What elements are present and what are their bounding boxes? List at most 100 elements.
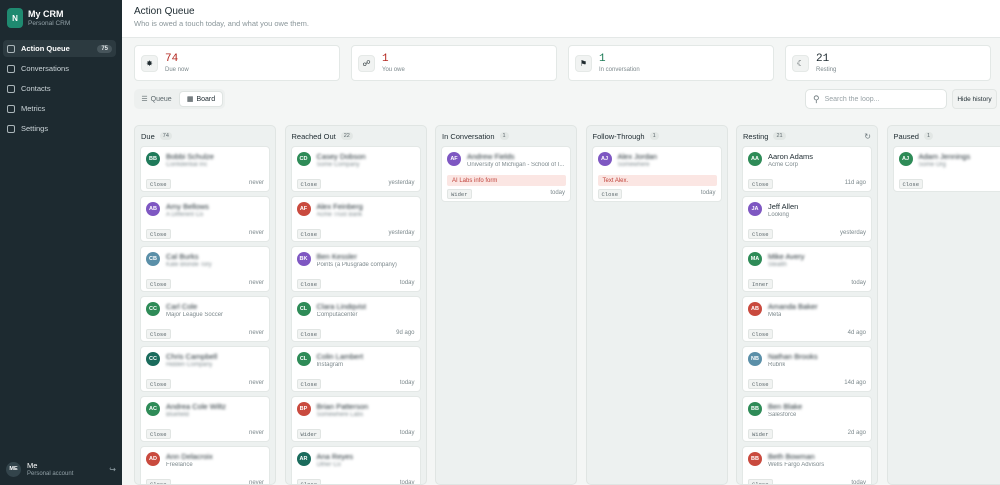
- column-resting: Resting 21 ↻ AA Aaron Adams Acme Corp Close 11d…: [736, 125, 878, 485]
- sidebar-item-contacts[interactable]: Contacts: [3, 80, 116, 97]
- contact-card[interactable]: AF Alex Feinberg Acme Trust Bank Close yeste…: [290, 196, 421, 242]
- last-touch-time: today: [399, 380, 415, 386]
- column-count: 1: [923, 132, 933, 140]
- contact-name: Ana Reyes: [316, 452, 354, 461]
- column-count: 21: [773, 132, 786, 140]
- avatar: CC: [146, 302, 160, 316]
- stats-row: ✸ 74 Due now ☍ 1 You owe ⚑ 1 In conversation ☾ 21 R…: [134, 45, 1000, 81]
- app-logo: N: [7, 8, 23, 28]
- last-touch-time: never: [248, 180, 264, 186]
- stat-card[interactable]: ⚑ 1 In conversation: [568, 45, 774, 81]
- tier-tag: Close: [748, 479, 773, 484]
- contact-card[interactable]: AD Ann Delacroix Freelance Close never: [140, 446, 270, 485]
- contact-card[interactable]: CL Clara Lindqvist Computacenter Close 9d ag…: [290, 296, 421, 342]
- avatar: AB: [146, 202, 160, 216]
- sidebar-item-conversations[interactable]: Conversations: [3, 60, 116, 77]
- board-view-button[interactable]: ▦ Board: [179, 91, 223, 107]
- sidebar-item-label: Settings: [21, 124, 49, 133]
- sidebar-item-metrics[interactable]: Metrics: [3, 100, 116, 117]
- column-paused: Paused 1 AJ Adam Jennings Some Org Close: [886, 125, 1000, 485]
- avatar: AF: [296, 202, 311, 216]
- contact-card[interactable]: AJ Alex Jordan Somewhere Text Alex. Close tod…: [591, 146, 722, 202]
- column-count: 74: [159, 132, 172, 140]
- contact-org: Hidden Company: [166, 362, 213, 368]
- column-count: 1: [499, 132, 509, 140]
- search-box[interactable]: ⚲: [805, 89, 947, 109]
- tier-tag: Close: [898, 179, 924, 189]
- contact-name: Aaron Adams: [768, 152, 814, 161]
- contact-card[interactable]: BP Brian Patterson Somewhere Labs Wider toda…: [290, 396, 421, 442]
- contact-card[interactable]: MA Mike Avery Stealth Inner today: [742, 246, 872, 292]
- stat-card[interactable]: ☾ 21 Resting: [785, 45, 991, 81]
- refresh-icon[interactable]: ↻: [864, 132, 871, 141]
- sidebar-item-action-queue[interactable]: Action Queue 75: [3, 40, 116, 57]
- contact-name: Alex Jordan: [617, 152, 658, 161]
- tier-tag: Close: [296, 379, 322, 389]
- last-touch-time: today: [550, 190, 565, 196]
- avatar: NB: [748, 352, 762, 366]
- contact-card[interactable]: CC Carl Cole Major League Soccer Close never: [140, 296, 270, 342]
- contact-card[interactable]: CL Colin Lambert Instagram Close today: [290, 346, 421, 392]
- tier-tag: Close: [748, 179, 773, 189]
- account-section[interactable]: ME Me Personal account ↪: [6, 461, 116, 477]
- avatar: BK: [296, 252, 311, 266]
- link-icon: ☍: [358, 55, 375, 72]
- moon-icon: ☾: [792, 55, 809, 72]
- last-touch-time: today: [399, 480, 415, 485]
- contact-org: Rubrik: [768, 362, 786, 368]
- last-touch-time: 11d ago: [844, 180, 866, 186]
- tier-tag: Close: [296, 179, 322, 189]
- stat-card[interactable]: ✸ 74 Due now: [134, 45, 340, 81]
- grid-icon: ▦: [186, 96, 194, 103]
- last-touch-time: never: [248, 230, 264, 236]
- search-input[interactable]: [824, 95, 935, 103]
- column-title: Paused: [893, 131, 919, 141]
- contact-card[interactable]: NB Nathan Brooks Rubrik Close 14d ago: [742, 346, 872, 392]
- contact-card[interactable]: CD Casey Dobson Some Company Close yesterday: [290, 146, 421, 192]
- column-in-conversation: In Conversation 1 AF Andrew Fields Universit…: [435, 125, 577, 485]
- contact-org: Bluefield: [166, 412, 190, 418]
- contact-card[interactable]: AB Amy Bellows A Different Co Close never: [140, 196, 270, 242]
- last-touch-time: today: [399, 280, 415, 286]
- stat-label: You owe: [382, 67, 405, 73]
- contact-card[interactable]: BB Bobbi Schulze Confidential Inc Close neve…: [140, 146, 270, 192]
- contact-org: Other Co: [316, 462, 341, 468]
- column-due: Due 74 BB Bobbi Schulze Confidential Inc Clos…: [134, 125, 276, 485]
- stat-value: 74: [165, 53, 179, 65]
- avatar: AF: [447, 152, 461, 166]
- contact-card[interactable]: JA Jeff Allen Looking Close yesterday: [742, 196, 872, 242]
- contact-card[interactable]: AB Amanda Baker Meta Close 4d ago: [742, 296, 872, 342]
- contact-name: Beth Bowman: [768, 452, 815, 461]
- tier-tag: Close: [296, 229, 322, 239]
- avatar: AA: [748, 152, 762, 166]
- tier-tag: Close: [296, 479, 322, 484]
- contact-card[interactable]: CC Chris Campbell Hidden Company Close never: [140, 346, 270, 392]
- contact-org: University of Michigan - School of I...: [467, 162, 565, 168]
- contact-card[interactable]: BK Ben Kessler Points (a Plusgrade company…: [290, 246, 421, 292]
- last-touch-time: never: [248, 280, 264, 286]
- avatar: CD: [296, 152, 311, 166]
- avatar: BB: [748, 402, 762, 416]
- hide-history-button[interactable]: Hide history: [952, 89, 997, 109]
- logout-icon[interactable]: ↪: [109, 465, 116, 474]
- avatar: BP: [296, 402, 311, 416]
- column-header: In Conversation 1: [436, 126, 576, 146]
- contact-card[interactable]: AJ Adam Jennings Some Org Close: [892, 146, 1000, 192]
- last-touch-time: never: [248, 480, 264, 485]
- contact-card[interactable]: AF Andrew Fields University of Michigan - …: [441, 146, 571, 202]
- last-touch-time: 14d ago: [844, 380, 866, 386]
- contact-card[interactable]: AR Ana Reyes Other Co Close today: [290, 446, 421, 485]
- contact-card[interactable]: AC Andrea Cole Wiltz Bluefield Close never: [140, 396, 270, 442]
- brand[interactable]: N My CRM Personal CRM: [7, 8, 70, 28]
- contact-org: Acme Trust Bank: [316, 212, 363, 218]
- sidebar-item-label: Action Queue: [21, 44, 70, 53]
- contact-card[interactable]: CB Cal Burks Kate Blonde Tory Close never: [140, 246, 270, 292]
- contact-card[interactable]: BB Beth Bowman Wells Fargo Advisors Close to…: [742, 446, 872, 484]
- queue-view-button[interactable]: ☰ Queue: [136, 91, 177, 107]
- contact-card[interactable]: AA Aaron Adams Acme Corp Close 11d ago: [742, 146, 872, 192]
- contact-org: Confidential Inc: [166, 162, 208, 168]
- contact-card[interactable]: BB Ben Blake Salesforce Wider 2d ago: [742, 396, 872, 442]
- sidebar-item-settings[interactable]: Settings: [3, 120, 116, 137]
- stat-label: Resting: [816, 67, 837, 73]
- stat-card[interactable]: ☍ 1 You owe: [351, 45, 557, 81]
